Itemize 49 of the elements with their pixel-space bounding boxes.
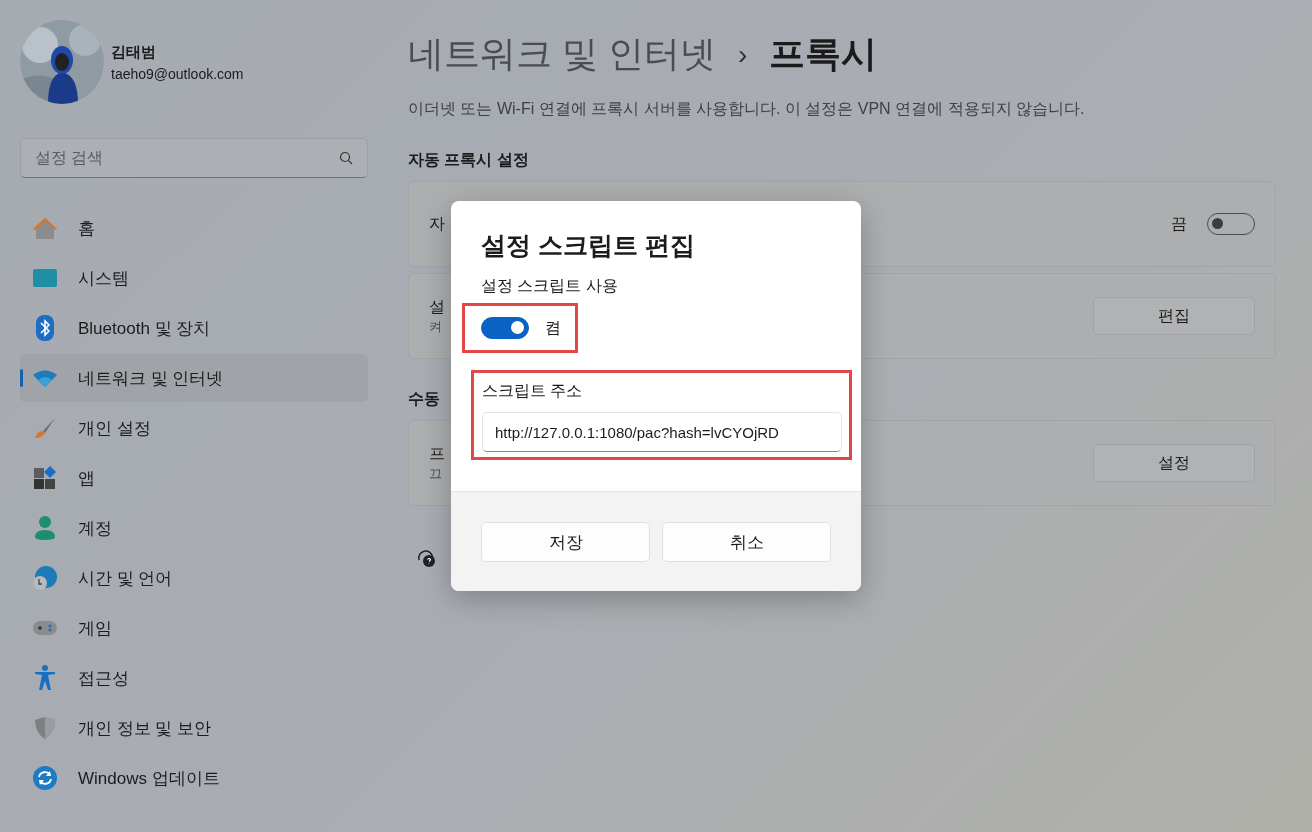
sidebar-item[interactable]: 접근성 (20, 654, 368, 702)
toggle-switch[interactable] (481, 317, 529, 339)
accessibility-icon (34, 665, 56, 691)
toggle-label: 설정 스크립트 사용 (481, 276, 619, 296)
sidebar-item[interactable]: 개인 설정 (20, 404, 368, 452)
section-heading: 자동 프록시 설정 (408, 150, 529, 170)
toggle-state-label: 끔 (1171, 213, 1187, 234)
setting-title: 프 (429, 443, 445, 464)
save-button[interactable]: 저장 (481, 522, 650, 562)
monitor-icon (33, 268, 57, 288)
card-button[interactable]: 편집 (1093, 297, 1255, 335)
breadcrumb-separator: › (738, 38, 748, 71)
sidebar-item[interactable]: 시간 및 언어 (20, 554, 368, 602)
search-icon (339, 151, 353, 165)
card-button[interactable]: 설정 (1093, 444, 1255, 482)
input-field[interactable]: http://127.0.0.1:1080/pac?hash=lvCYOjRD (482, 412, 842, 452)
dialog-title: 설정 스크립트 편집 (481, 230, 696, 261)
sidebar-item[interactable]: 개인 정보 및 보안 (20, 704, 368, 752)
setting-title: 자 (429, 213, 445, 234)
apps-icon (33, 466, 57, 490)
setting-title: 설 (429, 296, 445, 317)
sidebar-item[interactable]: 앱 (20, 454, 368, 502)
wifi-icon (32, 369, 58, 387)
user-email: taeho9@outlook.com (111, 65, 244, 82)
page-description: 이더넷 또는 Wi-Fi 연결에 프록시 서버를 사용합니다. 이 설정은 VPN 연결에 적용되지 않습니다. (408, 99, 1086, 119)
sidebar-item[interactable]: 계정 (20, 504, 368, 552)
section-heading: 수동 (408, 389, 440, 409)
cancel-button[interactable]: 취소 (662, 522, 831, 562)
help-icon[interactable] (416, 548, 436, 568)
globe-clock-icon (32, 565, 58, 591)
person-icon (33, 515, 57, 541)
home-icon (32, 216, 58, 240)
toggle-state-label: 켬 (545, 317, 561, 338)
user-name: 김태범 (111, 42, 157, 62)
bluetooth-icon (36, 315, 54, 341)
sidebar-item[interactable]: Bluetooth 및 장치 (20, 304, 368, 352)
gamepad-icon (32, 619, 58, 637)
sidebar-item[interactable]: 네트워크 및 인터넷 (20, 354, 368, 402)
sidebar-item[interactable]: 시스템 (20, 254, 368, 302)
field-label: 스크립트 주소 (482, 381, 584, 401)
sidebar-item[interactable]: Windows 업데이트 (20, 754, 368, 802)
setting-subtitle: 켜 (429, 317, 443, 336)
setting-subtitle: 끄 (429, 464, 443, 483)
breadcrumb-link[interactable]: 네트워크 및 인터넷 (408, 30, 716, 79)
sync-icon (32, 765, 58, 791)
page-title: 프록시 (769, 32, 878, 76)
shield-icon (34, 716, 56, 740)
sidebar-item[interactable]: 홈 (20, 204, 368, 252)
sidebar-item[interactable]: 게임 (20, 604, 368, 652)
